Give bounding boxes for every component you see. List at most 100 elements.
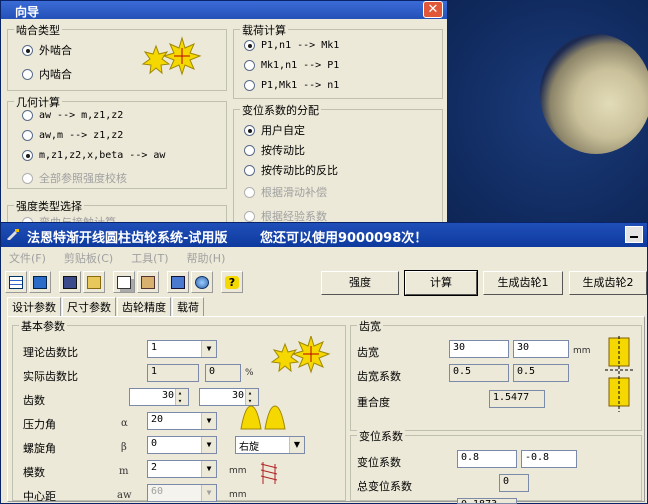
menu-tools[interactable]: 工具(T) xyxy=(131,249,168,269)
shift-option-3[interactable]: 按传动比的反比 xyxy=(244,162,338,178)
radio-icon[interactable] xyxy=(244,124,255,136)
actual-ratio-field: 1 xyxy=(147,364,199,382)
total-shift-label: 总变位系数 xyxy=(357,480,412,493)
overlap-label: 重合度 xyxy=(357,396,390,409)
module-label: 模数 xyxy=(23,466,45,479)
tab-design-params[interactable]: 设计参数 xyxy=(7,297,61,316)
radio-icon[interactable] xyxy=(22,68,33,80)
shift-option-1[interactable]: 用户自定 xyxy=(244,122,305,138)
module-symbol: m xyxy=(119,466,129,477)
calculate-button[interactable]: 计算 xyxy=(404,270,478,296)
tab-load[interactable]: 载荷 xyxy=(172,297,204,316)
radio-icon[interactable] xyxy=(22,150,33,161)
menu-clipboard[interactable]: 剪贴板(C) xyxy=(64,249,113,269)
radio-icon[interactable] xyxy=(244,144,255,156)
strength-type-legend: 强度类型选择 xyxy=(14,198,84,214)
tab-dimensions[interactable]: 尺寸参数 xyxy=(62,297,116,316)
b2-field[interactable]: 30 xyxy=(513,340,569,358)
menu-bar: 文件(F) 剪贴板(C) 工具(T) 帮助(H) xyxy=(1,249,647,269)
minimize-button[interactable] xyxy=(625,226,643,243)
geom-option-2[interactable]: aw,m --> z1,z2 xyxy=(22,130,123,141)
app-icon xyxy=(7,229,19,240)
mesh-option-external[interactable]: 外啮合 xyxy=(22,42,72,58)
radio-icon[interactable] xyxy=(22,44,33,56)
wizard-title: 向导 xyxy=(15,5,40,19)
strength-button[interactable]: 强度 xyxy=(321,271,399,295)
face-width-label: 齿宽 xyxy=(357,346,379,359)
load-calc-group: 载荷计算 P1,n1 --> Mk1 Mk1,n1 --> P1 P1,Mk1 … xyxy=(233,22,443,99)
load-option-1[interactable]: P1,n1 --> Mk1 xyxy=(244,40,339,51)
menu-help[interactable]: 帮助(H) xyxy=(187,249,226,269)
beta-symbol: β xyxy=(121,442,127,453)
geometry-calc-legend: 几何计算 xyxy=(14,94,62,110)
shift-distribution-group: 变位系数的分配 用户自定 按传动比 按传动比的反比 根据滑动补偿 根据经验系数 xyxy=(233,102,443,229)
geom-option-3[interactable]: m,z1,z2,x,beta --> aw xyxy=(22,150,165,161)
x2-field[interactable]: -0.8 xyxy=(521,450,577,468)
aw-symbol: aw xyxy=(117,490,132,501)
globe-icon[interactable] xyxy=(191,271,213,293)
book-icon[interactable] xyxy=(167,271,189,293)
radio-icon[interactable] xyxy=(244,164,255,176)
tab-panel: 基本参数 理论齿数比 1 实际齿数比 1 0 % 齿数 30 30 压力角 α … xyxy=(7,316,645,504)
helix-angle-select[interactable]: 0 xyxy=(147,436,217,454)
table-icon[interactable] xyxy=(5,271,27,293)
face-width-group: 齿宽 齿宽 30 30 mm 齿宽系数 0.5 0.5 重合度 1.5477 xyxy=(350,318,642,431)
total-shift-field: 0 xyxy=(499,474,529,492)
x1-field[interactable]: 0.8 xyxy=(457,450,517,468)
module-select[interactable]: 2 xyxy=(147,460,217,478)
face-width-unit: mm xyxy=(573,346,591,356)
c1-field: 0.5 xyxy=(449,364,509,382)
main-title-bar: 法恩特渐开线圆柱齿轮系统-试用版 您还可以使用9000098次！ xyxy=(1,223,647,247)
percent-unit: % xyxy=(245,368,254,378)
load-option-2[interactable]: Mk1,n1 --> P1 xyxy=(244,60,339,71)
geom-option-1[interactable]: aw --> m,z1,z2 xyxy=(22,110,123,121)
ratio-label: 理论齿数比 xyxy=(23,346,78,359)
moon-image xyxy=(540,34,648,154)
ratio-select[interactable]: 1 xyxy=(147,340,217,358)
trial-notice: 您还可以使用9000098次！ xyxy=(259,231,428,246)
teeth-label: 齿数 xyxy=(23,394,45,407)
open-folder-icon[interactable] xyxy=(83,271,105,293)
tooth-profile-icon xyxy=(240,405,286,430)
mesh-type-legend: 啮合类型 xyxy=(14,22,62,38)
generate-gear1-button[interactable]: 生成齿轮1 xyxy=(483,271,563,295)
helix-angle-label: 螺旋角 xyxy=(23,442,56,455)
z1-stepper[interactable]: 30 xyxy=(129,388,189,406)
save-icon[interactable] xyxy=(59,271,81,293)
tab-strip: 设计参数 尺寸参数 齿轮精度 载荷 xyxy=(7,297,205,316)
geometry-calc-group: 几何计算 aw --> m,z1,z2 aw,m --> z1,z2 m,z1,… xyxy=(7,94,227,189)
copy-icon[interactable] xyxy=(113,271,135,293)
paste-icon[interactable] xyxy=(137,271,159,293)
load-option-3[interactable]: P1,Mk1 --> n1 xyxy=(244,80,339,91)
calculator-icon[interactable] xyxy=(29,271,51,293)
generate-gear2-button[interactable]: 生成齿轮2 xyxy=(569,271,647,295)
b1-field[interactable]: 30 xyxy=(449,340,509,358)
radio-icon xyxy=(22,172,33,184)
radio-icon[interactable] xyxy=(244,80,255,91)
radio-icon[interactable] xyxy=(244,60,255,71)
center-distance-unit: mm xyxy=(229,490,247,500)
radio-icon[interactable] xyxy=(22,110,33,121)
help-icon[interactable]: ? xyxy=(221,271,243,293)
width-coef-label: 齿宽系数 xyxy=(357,370,401,383)
gear-pair-icon xyxy=(270,336,331,374)
menu-file[interactable]: 文件(F) xyxy=(9,249,46,269)
overlap-field: 1.5477 xyxy=(489,390,545,408)
shift-option-2[interactable]: 按传动比 xyxy=(244,142,305,158)
c2-field: 0.5 xyxy=(513,364,569,382)
module-unit: mm xyxy=(229,466,247,476)
close-button[interactable]: ✕ xyxy=(423,1,443,18)
pressure-angle-select[interactable]: 20 xyxy=(147,412,217,430)
shift-partial-field: 0.1873 xyxy=(457,498,517,504)
center-distance-label: 中心距 xyxy=(23,490,56,503)
radio-icon[interactable] xyxy=(244,40,255,51)
mesh-option-internal[interactable]: 内啮合 xyxy=(22,66,72,82)
center-distance-select: 60 xyxy=(147,484,217,502)
load-calc-legend: 载荷计算 xyxy=(240,22,288,38)
tab-precision[interactable]: 齿轮精度 xyxy=(117,297,171,316)
actual-ratio-label: 实际齿数比 xyxy=(23,370,78,383)
face-width-legend: 齿宽 xyxy=(357,318,383,334)
hand-select[interactable]: 右旋 xyxy=(235,436,305,454)
radio-icon[interactable] xyxy=(22,130,33,141)
main-window: 法恩特渐开线圆柱齿轮系统-试用版 您还可以使用9000098次！ 文件(F) 剪… xyxy=(0,222,648,504)
